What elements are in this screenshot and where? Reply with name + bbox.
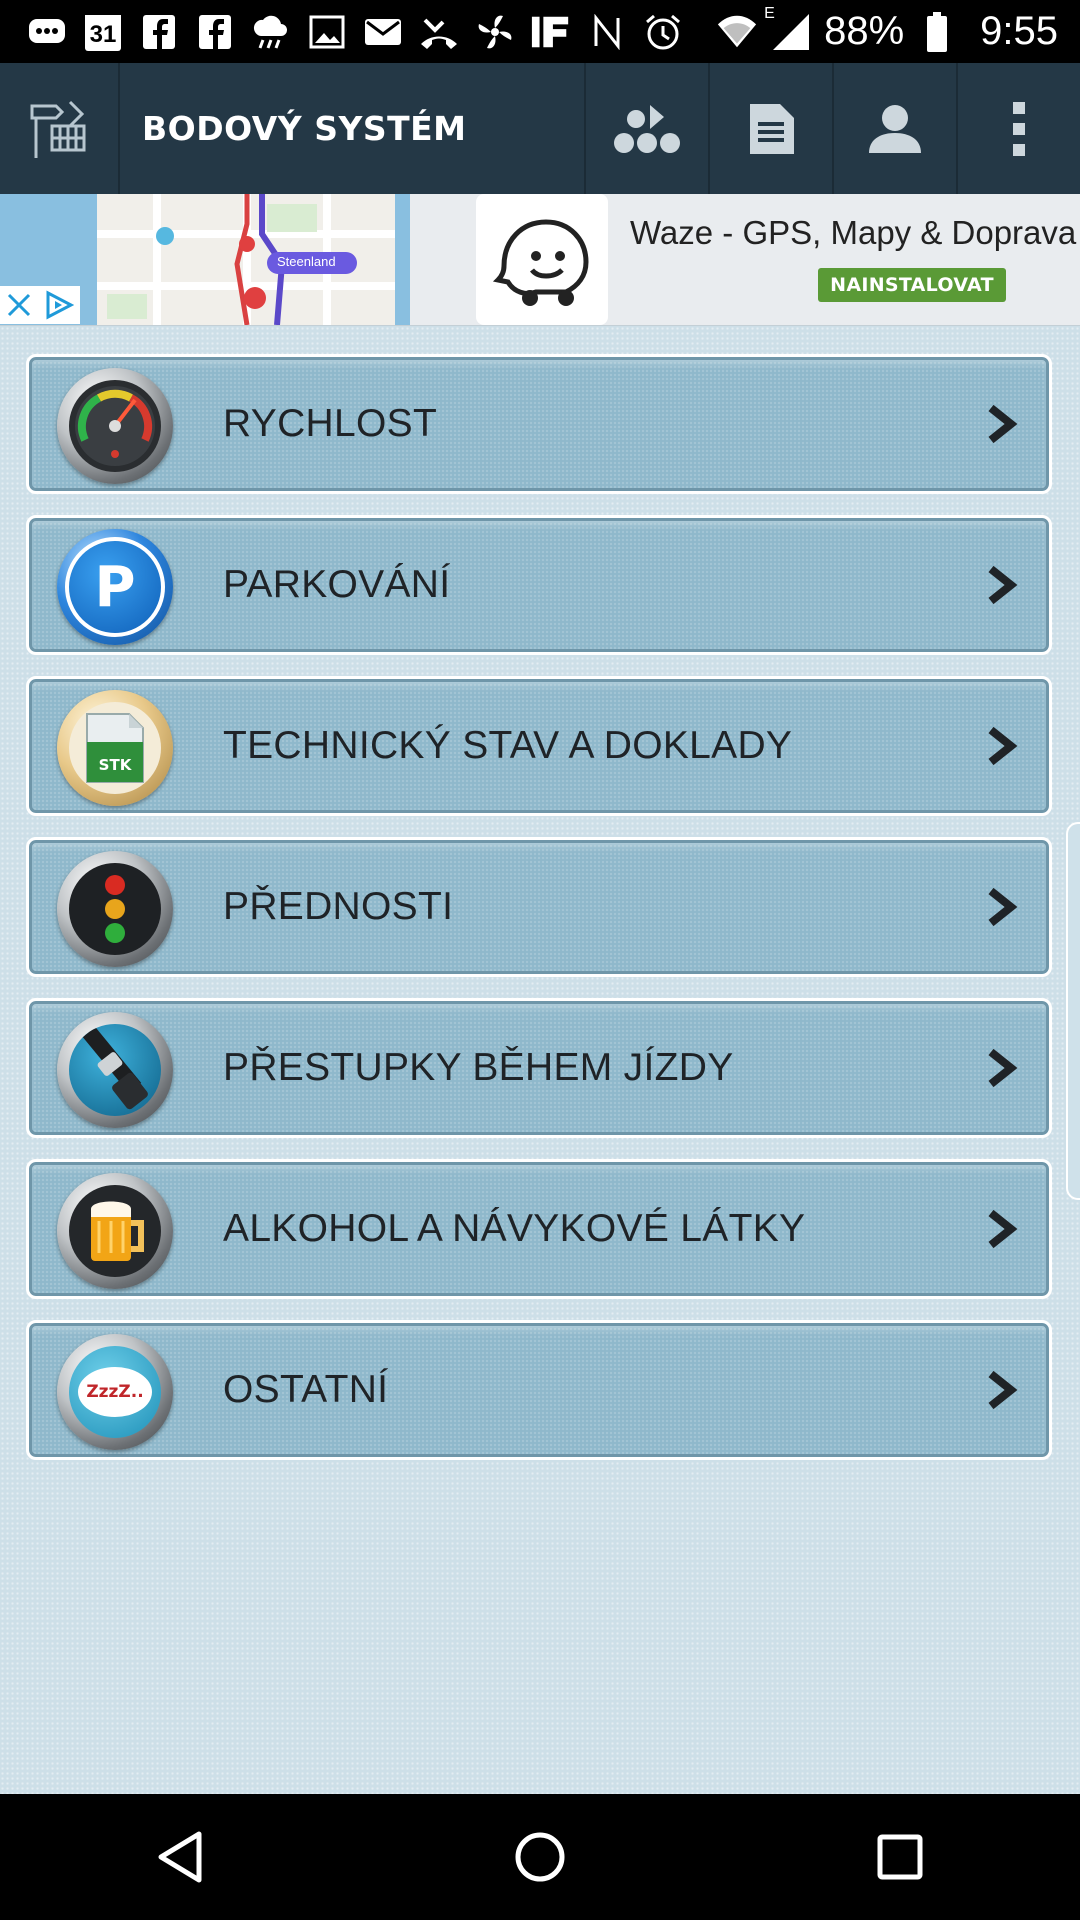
parking-icon: P	[57, 529, 173, 645]
ad-banner[interactable]: Steenland Waze - GPS, Mapy & Doprava NAI…	[0, 194, 1080, 327]
traffic-light-icon	[57, 851, 173, 967]
ad-map-image: Steenland	[97, 194, 395, 325]
back-button[interactable]	[135, 1812, 225, 1902]
chevron-right-icon	[988, 726, 1018, 766]
chevron-right-icon	[988, 565, 1018, 605]
beer-icon	[57, 1173, 173, 1289]
back-icon	[158, 1831, 202, 1883]
sleep-icon: ZzzZ..	[57, 1334, 173, 1450]
mail-icon	[362, 11, 404, 53]
signal-icon: E	[764, 5, 812, 53]
home-icon	[515, 1832, 565, 1882]
wifi-icon	[716, 11, 758, 53]
menu-item-label: TECHNICKÝ STAV A DOKLADY	[223, 724, 793, 767]
chevron-right-icon	[988, 887, 1018, 927]
menu-item-rychlost[interactable]: RYCHLOST	[26, 354, 1052, 494]
alarm-icon	[642, 11, 684, 53]
profile-button[interactable]	[832, 63, 956, 194]
more-options-button[interactable]	[956, 63, 1080, 194]
chevron-right-icon	[988, 1048, 1018, 1088]
app-logo-button[interactable]	[0, 63, 120, 194]
navigation-bar	[0, 1794, 1080, 1920]
weather-icon	[250, 11, 292, 53]
network-type: E	[764, 4, 775, 22]
nfc-icon	[586, 11, 628, 53]
menu-item-label: PARKOVÁNÍ	[223, 563, 451, 606]
categories-icon	[614, 104, 680, 153]
ad-choices-icon[interactable]	[44, 290, 74, 320]
seatbelt-icon	[57, 1012, 173, 1128]
page-title: BODOVÝ SYSTÉM	[142, 109, 467, 148]
waze-logo	[476, 194, 608, 325]
clock: 9:55	[980, 9, 1058, 53]
if-icon	[530, 11, 572, 53]
recents-icon	[877, 1834, 923, 1880]
battery-icon	[916, 11, 958, 53]
chevron-right-icon	[988, 1370, 1018, 1410]
drawer-handle[interactable]	[1066, 822, 1080, 1200]
menu-item-label: OSTATNÍ	[223, 1368, 389, 1411]
fan-icon	[474, 11, 516, 53]
menu-item-label: PŘESTUPKY BĚHEM JÍZDY	[223, 1046, 734, 1089]
image-icon	[306, 11, 348, 53]
menu-item-ostatni[interactable]: ZzzZ.. OSTATNÍ	[26, 1320, 1052, 1460]
categories-button[interactable]	[584, 63, 708, 194]
recents-button[interactable]	[855, 1812, 945, 1902]
ad-map-label: Steenland	[277, 254, 336, 269]
calendar-day: 31	[89, 20, 117, 48]
profile-icon	[869, 104, 921, 153]
home-button[interactable]	[495, 1812, 585, 1902]
document-button[interactable]	[708, 63, 832, 194]
menu-item-label: PŘEDNOSTI	[223, 885, 454, 928]
facebook-icon	[194, 11, 236, 53]
more-icon	[1013, 101, 1025, 156]
waze-icon	[492, 218, 589, 306]
battery-percent: 88%	[824, 9, 905, 53]
calendar-icon: 31	[82, 11, 124, 53]
ad-controls	[0, 286, 80, 324]
menu-item-parkovani[interactable]: P PARKOVÁNÍ	[26, 515, 1052, 655]
status-bar: 31 E 88% 9:55	[0, 0, 1080, 63]
menu-item-label: ALKOHOL A NÁVYKOVÉ LÁTKY	[223, 1207, 806, 1250]
close-icon[interactable]	[6, 292, 32, 318]
chevron-right-icon	[988, 1209, 1018, 1249]
messages-icon	[26, 11, 68, 53]
menu-item-alkohol[interactable]: ALKOHOL A NÁVYKOVÉ LÁTKY	[26, 1159, 1052, 1299]
document-icon	[750, 103, 794, 154]
stk-document-icon: STK	[57, 690, 173, 806]
menu-item-prestupky[interactable]: PŘESTUPKY BĚHEM JÍZDY	[26, 998, 1052, 1138]
ad-title: Waze - GPS, Mapy & Doprava	[630, 214, 1077, 251]
stk-text: STK	[98, 756, 132, 774]
menu-item-label: RYCHLOST	[223, 402, 438, 445]
menu-item-prednosti[interactable]: PŘEDNOSTI	[26, 837, 1052, 977]
missed-call-icon	[418, 11, 460, 53]
category-list: RYCHLOST P PARKOVÁNÍ STK TECHNICKÝ STAV …	[0, 326, 1080, 1794]
ad-install-button[interactable]: NAINSTALOVAT	[818, 268, 1006, 302]
speedometer-icon	[57, 368, 173, 484]
facebook-icon	[138, 11, 180, 53]
chevron-right-icon	[988, 404, 1018, 444]
parking-letter: P	[94, 554, 136, 620]
app-bar: BODOVÝ SYSTÉM	[0, 63, 1080, 194]
menu-item-technicky-stav[interactable]: STK TECHNICKÝ STAV A DOKLADY	[26, 676, 1052, 816]
road-signs-icon	[30, 100, 86, 158]
sleep-text: ZzzZ..	[86, 1382, 144, 1402]
